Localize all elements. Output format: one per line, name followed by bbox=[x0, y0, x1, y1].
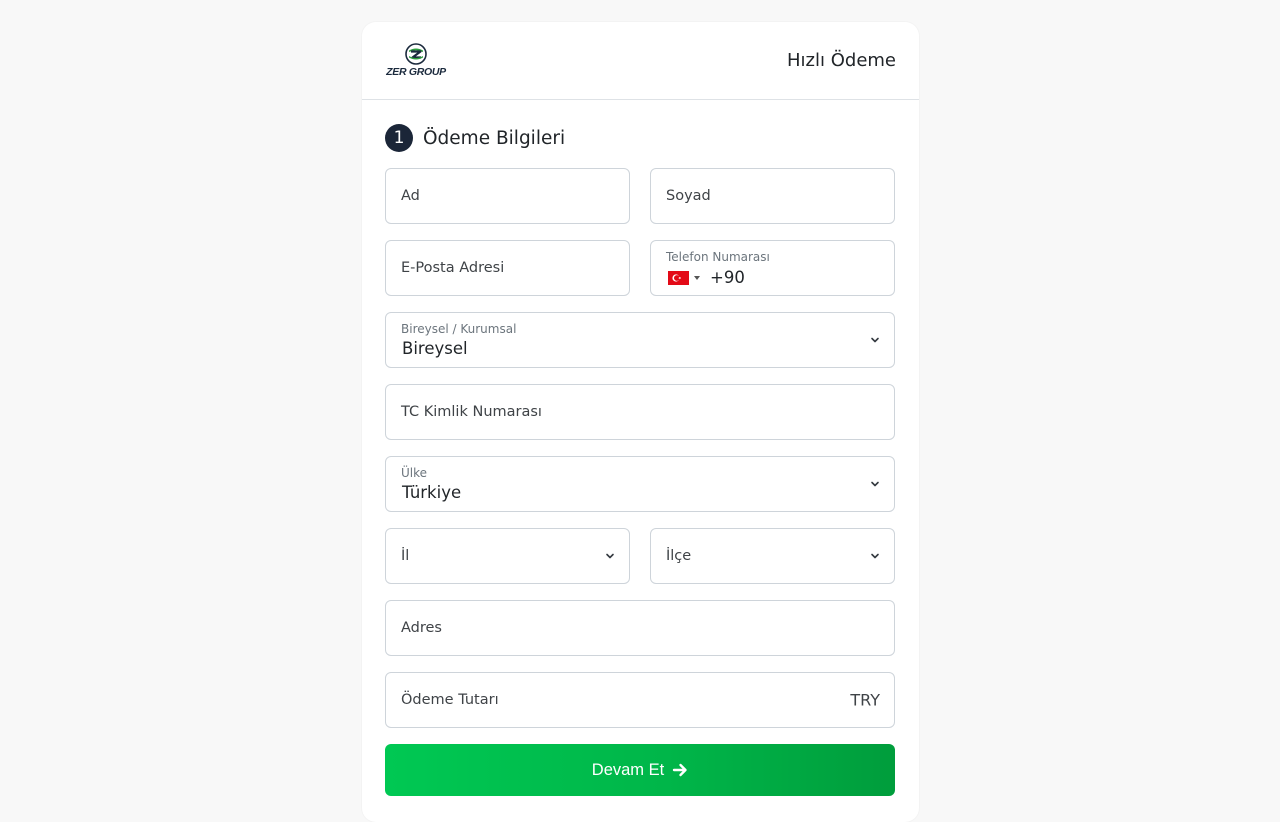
phone-input[interactable]: Telefon Numarası +90 bbox=[650, 240, 895, 296]
first-name-input[interactable]: Ad bbox=[385, 168, 630, 224]
step-badge: 1 bbox=[385, 124, 413, 152]
province-placeholder: İl bbox=[401, 548, 410, 564]
province-select[interactable]: İl bbox=[385, 528, 630, 584]
country-label: Ülke bbox=[401, 466, 428, 480]
district-select[interactable]: İlçe bbox=[650, 528, 895, 584]
card-header: ZER GROUP Hızlı Ödeme bbox=[362, 22, 919, 100]
amount-input[interactable]: Ödeme Tutarı TRY bbox=[385, 672, 895, 728]
address-input[interactable]: Adres bbox=[385, 600, 895, 656]
district-placeholder: İlçe bbox=[666, 548, 692, 564]
zer-group-emblem-icon bbox=[405, 43, 427, 65]
email-placeholder: E-Posta Adresi bbox=[401, 260, 505, 276]
customer-type-label: Bireysel / Kurumsal bbox=[401, 322, 517, 336]
arrow-right-icon bbox=[673, 763, 687, 777]
section-heading: 1 Ödeme Bilgileri bbox=[385, 124, 565, 152]
continue-button[interactable]: Devam Et bbox=[385, 744, 895, 796]
turkey-flag-icon bbox=[668, 270, 689, 285]
customer-type-select[interactable]: Bireysel / Kurumsal Bireysel bbox=[385, 312, 895, 368]
country-select[interactable]: Ülke Türkiye bbox=[385, 456, 895, 512]
last-name-placeholder: Soyad bbox=[666, 188, 711, 204]
page-title: Hızlı Ödeme bbox=[787, 50, 896, 71]
section-title: Ödeme Bilgileri bbox=[423, 127, 566, 149]
logo-text: ZER GROUP bbox=[386, 66, 446, 78]
tc-id-placeholder: TC Kimlik Numarası bbox=[401, 404, 542, 420]
phone-label: Telefon Numarası bbox=[666, 250, 770, 264]
email-input[interactable]: E-Posta Adresi bbox=[385, 240, 630, 296]
chevron-down-icon bbox=[871, 553, 879, 559]
tc-id-input[interactable]: TC Kimlik Numarası bbox=[385, 384, 895, 440]
phone-country-code: +90 bbox=[710, 268, 745, 287]
caret-down-icon bbox=[694, 275, 700, 280]
payment-card: ZER GROUP Hızlı Ödeme 1 Ödeme Bilgileri … bbox=[362, 22, 919, 822]
customer-type-value: Bireysel bbox=[402, 339, 468, 358]
last-name-input[interactable]: Soyad bbox=[650, 168, 895, 224]
continue-button-label: Devam Et bbox=[591, 760, 665, 779]
first-name-placeholder: Ad bbox=[401, 188, 420, 204]
zer-group-logo: ZER GROUP bbox=[386, 43, 446, 78]
phone-country-selector[interactable]: +90 bbox=[668, 268, 745, 287]
chevron-down-icon bbox=[871, 481, 879, 487]
chevron-down-icon bbox=[871, 337, 879, 343]
address-placeholder: Adres bbox=[401, 620, 442, 636]
chevron-down-icon bbox=[606, 553, 614, 559]
amount-placeholder: Ödeme Tutarı bbox=[401, 692, 499, 708]
currency-suffix: TRY bbox=[850, 690, 880, 710]
country-value: Türkiye bbox=[402, 483, 462, 502]
